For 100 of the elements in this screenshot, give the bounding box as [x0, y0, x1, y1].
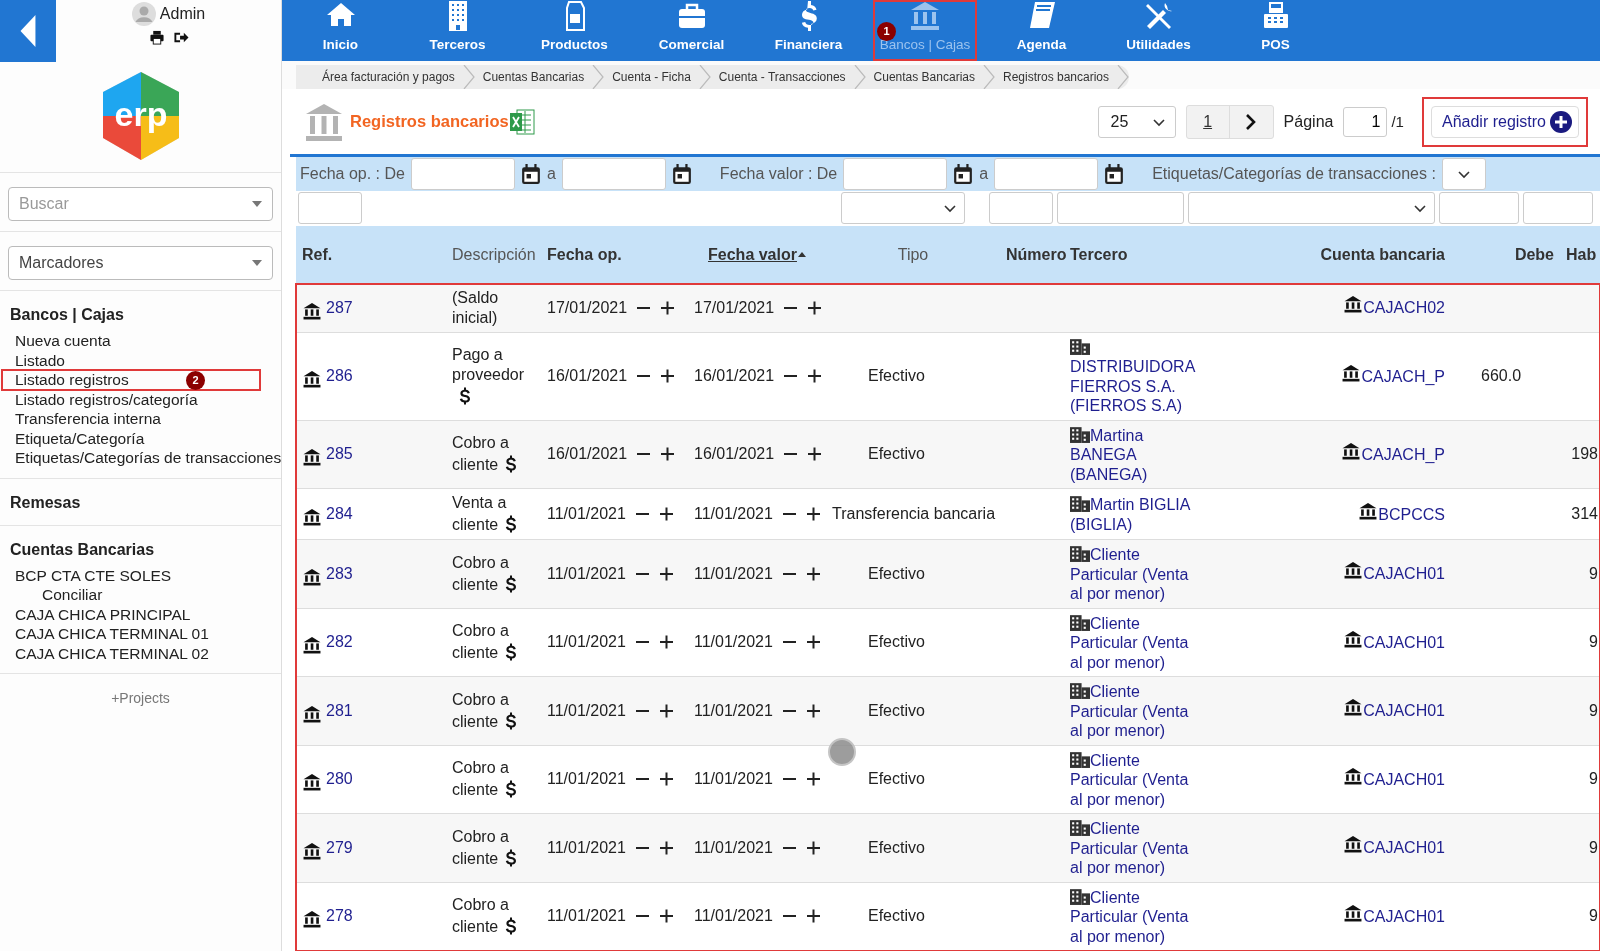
- column-header[interactable]: Tercero: [1070, 245, 1128, 263]
- projects-link[interactable]: +Projects: [0, 674, 281, 709]
- filter-field[interactable]: [1439, 192, 1519, 225]
- plus-button[interactable]: [805, 908, 821, 925]
- user-name[interactable]: Admin: [159, 2, 206, 26]
- page-size-select[interactable]: 25: [1097, 105, 1176, 138]
- plus-button[interactable]: [658, 702, 674, 719]
- calendar-icon[interactable]: [1104, 164, 1125, 185]
- ref-link[interactable]: 283: [326, 561, 353, 586]
- sidebar-link[interactable]: CAJA CHICA TERMINAL 02: [10, 643, 281, 663]
- column-header[interactable]: Ref.: [302, 245, 333, 263]
- column-header[interactable]: Número: [1006, 245, 1067, 263]
- plus-button[interactable]: [805, 565, 821, 582]
- account-link[interactable]: CAJACH_P: [1361, 445, 1445, 463]
- third-party-link[interactable]: Martin BIGLIA (BIGLIA): [1070, 494, 1200, 534]
- add-record-button[interactable]: Añadir registro: [1430, 105, 1579, 138]
- sidebar-link[interactable]: Nueva cuenta: [10, 331, 281, 351]
- breadcrumb-link[interactable]: Cuenta - Ficha: [604, 68, 699, 87]
- plus-button[interactable]: [807, 368, 823, 384]
- breadcrumb-link[interactable]: Área facturación y pagos: [314, 68, 463, 87]
- plus-button[interactable]: [658, 634, 674, 651]
- column-header[interactable]: Descripción: [452, 245, 536, 263]
- ref-link[interactable]: 278: [326, 904, 353, 929]
- filter-field[interactable]: [989, 192, 1053, 225]
- plus-button[interactable]: [658, 839, 674, 856]
- account-link[interactable]: CAJACH_P: [1361, 367, 1445, 385]
- ref-link[interactable]: 285: [326, 442, 353, 467]
- page-input[interactable]: 1: [1343, 106, 1388, 137]
- nav-tab[interactable]: Inicio: [282, 0, 399, 62]
- sidebar-link[interactable]: CAJA CHICA TERMINAL 01: [10, 624, 281, 644]
- ref-link[interactable]: 282: [326, 630, 353, 655]
- breadcrumb-link[interactable]: Registros bancarios: [994, 68, 1118, 87]
- third-party-link[interactable]: Cliente Particular (Venta al por menor): [1070, 612, 1200, 672]
- plus-button[interactable]: [805, 771, 821, 788]
- plus-button[interactable]: [660, 368, 676, 384]
- account-link[interactable]: CAJACH01: [1363, 702, 1445, 720]
- nav-tab[interactable]: Terceros: [399, 0, 516, 62]
- calendar-icon[interactable]: [520, 164, 541, 185]
- sidebar-link[interactable]: Transferencia interna: [10, 409, 281, 429]
- calendar-icon[interactable]: [953, 164, 974, 185]
- breadcrumb-link[interactable]: Cuenta - Transacciones: [710, 68, 854, 87]
- nav-tab[interactable]: Productos: [516, 0, 633, 62]
- column-header[interactable]: Hab: [1566, 245, 1597, 263]
- plus-button[interactable]: [807, 446, 823, 463]
- calendar-icon[interactable]: [671, 164, 692, 185]
- sidebar-link[interactable]: CAJA CHICA PRINCIPAL: [10, 604, 281, 624]
- third-party-link[interactable]: Cliente Particular (Venta al por menor): [1070, 886, 1200, 946]
- account-link[interactable]: CAJACH01: [1363, 770, 1445, 788]
- third-party-link[interactable]: DISTRIBUIDORA FIERROS S.A. (FIERROS S.A): [1070, 336, 1200, 416]
- plus-button[interactable]: [805, 702, 821, 719]
- date-field[interactable]: [994, 158, 1099, 191]
- column-header[interactable]: Cuenta bancaria: [1320, 245, 1445, 263]
- column-header[interactable]: Debe: [1514, 245, 1554, 263]
- bookmarks-select[interactable]: Marcadores: [8, 246, 273, 280]
- ref-link[interactable]: 286: [326, 364, 353, 388]
- ref-link[interactable]: 281: [326, 698, 353, 723]
- filter-field[interactable]: [298, 192, 362, 225]
- sidebar-link[interactable]: Conciliar: [10, 585, 281, 605]
- nav-tab[interactable]: Utilidades: [1100, 0, 1217, 62]
- third-party-link[interactable]: Cliente Particular (Venta al por menor): [1070, 749, 1200, 809]
- plus-button[interactable]: [805, 634, 821, 651]
- nav-tab[interactable]: POS: [1217, 0, 1334, 62]
- nav-tab[interactable]: Bancos | Cajas 1: [873, 0, 977, 62]
- account-link[interactable]: CAJACH01: [1363, 633, 1445, 651]
- account-link[interactable]: BCPCCS: [1378, 505, 1445, 523]
- breadcrumb-link[interactable]: Cuentas Bancarias: [865, 68, 983, 87]
- sidebar-link[interactable]: Listado registros 2: [2, 370, 260, 390]
- ref-link[interactable]: 287: [326, 295, 353, 320]
- ref-link[interactable]: 280: [326, 767, 353, 792]
- plus-button[interactable]: [658, 506, 674, 522]
- column-header[interactable]: Tipo: [897, 245, 929, 263]
- nav-tab[interactable]: Agenda: [983, 0, 1100, 62]
- plus-button[interactable]: [660, 299, 676, 316]
- account-link[interactable]: CAJACH01: [1363, 839, 1445, 857]
- plus-button[interactable]: [660, 446, 676, 463]
- sidebar-link[interactable]: Etiqueta/Categoría: [10, 428, 281, 448]
- plus-button[interactable]: [805, 839, 821, 856]
- sidebar-link[interactable]: Listado registros/categoría: [10, 389, 281, 409]
- logout-icon[interactable]: [172, 30, 189, 45]
- ref-link[interactable]: 284: [326, 502, 353, 526]
- print-icon[interactable]: [148, 30, 165, 45]
- plus-button[interactable]: [658, 771, 674, 788]
- nav-tab[interactable]: Comercial: [633, 0, 750, 62]
- plus-button[interactable]: [658, 908, 674, 925]
- account-link[interactable]: CAJACH02: [1363, 299, 1445, 316]
- filter-field[interactable]: [1057, 192, 1184, 225]
- plus-button[interactable]: [658, 565, 674, 582]
- sidebar-link[interactable]: Listado: [10, 350, 281, 370]
- column-header[interactable]: Fecha op.: [547, 245, 622, 263]
- ref-link[interactable]: 279: [326, 835, 353, 860]
- spreadsheet-icon[interactable]: [508, 108, 535, 135]
- filter-field[interactable]: [1523, 192, 1593, 225]
- account-link[interactable]: CAJACH01: [1363, 565, 1445, 583]
- sidebar-link[interactable]: Etiquetas/Categorías de transacciones: [10, 448, 281, 468]
- back-button[interactable]: [0, 0, 56, 62]
- plus-button[interactable]: [805, 506, 821, 522]
- date-field[interactable]: [410, 158, 515, 191]
- nav-tab[interactable]: Financiera: [750, 0, 867, 62]
- breadcrumb-link[interactable]: Cuentas Bancarias: [474, 68, 593, 87]
- column-header[interactable]: Fecha valor: [708, 242, 806, 267]
